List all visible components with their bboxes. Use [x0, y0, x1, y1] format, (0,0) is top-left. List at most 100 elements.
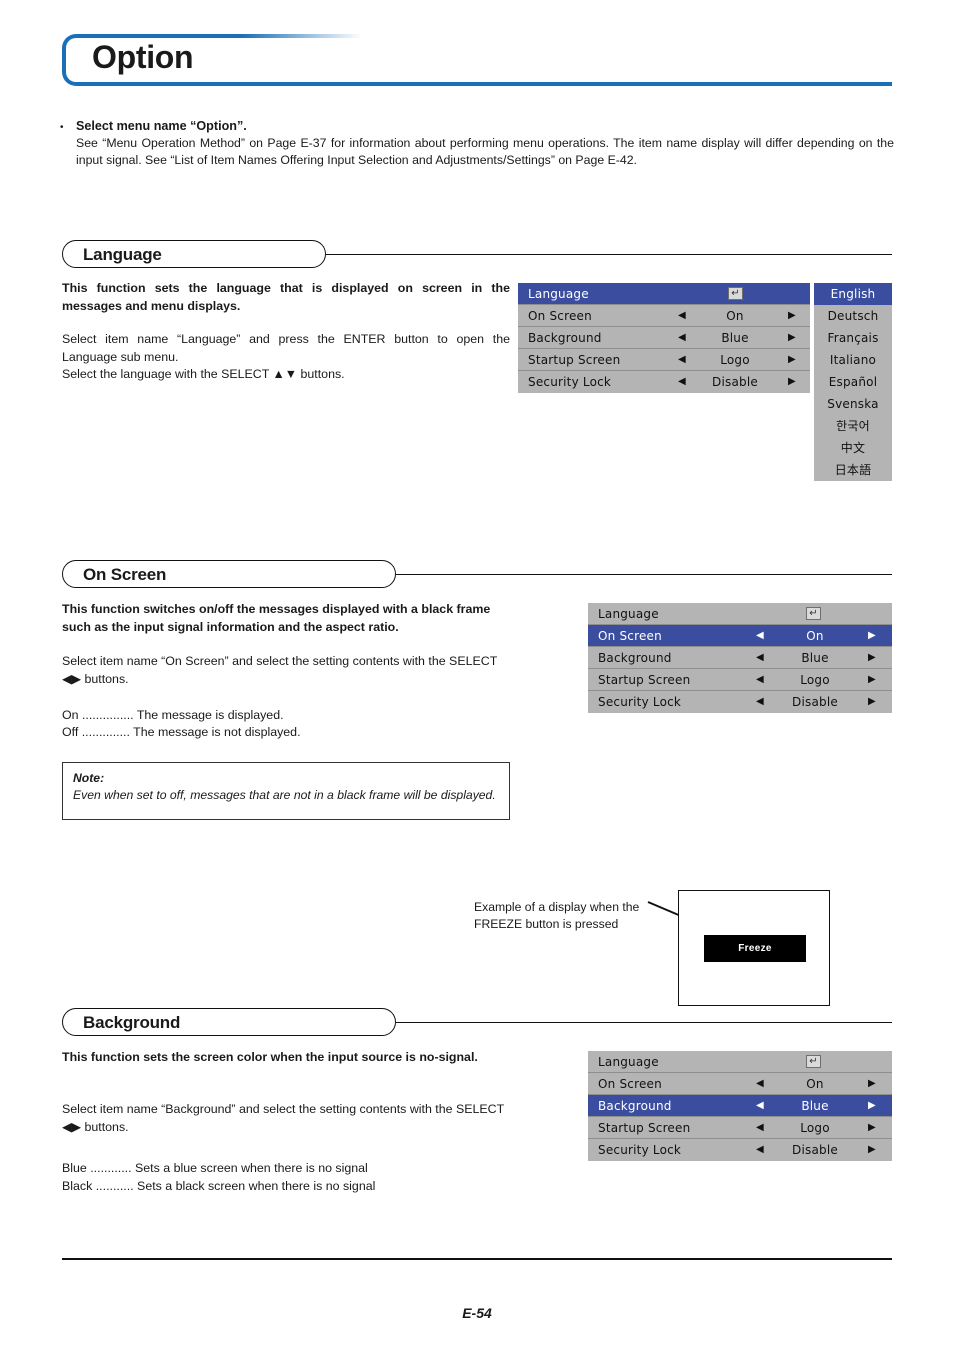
language-option[interactable]: 中文 [814, 437, 892, 459]
osd-row-on-screen[interactable]: On Screen ◀ ▶ On [588, 1073, 892, 1095]
enter-key-icon[interactable]: ↵ [806, 1055, 821, 1068]
osd-row-value: Disable [792, 695, 838, 709]
on-screen-description: This function switches on/off the messag… [62, 602, 491, 634]
arrow-right-icon[interactable]: ▶ [788, 332, 796, 343]
page-title-underline [242, 82, 892, 86]
osd-row-background[interactable]: Background ◀ ▶ Blue [588, 647, 892, 669]
arrow-right-icon[interactable]: ▶ [788, 310, 796, 321]
bullet-icon: • [60, 122, 64, 133]
osd-row-value: On [806, 1076, 824, 1091]
on-screen-option-on: On ............... The message is displa… [62, 708, 284, 722]
osd-row-value: Disable [792, 1143, 838, 1157]
section-rule-language [326, 254, 892, 256]
osd-row-on-screen[interactable]: On Screen ◀ ▶ On [518, 305, 810, 327]
arrow-left-icon[interactable]: ◀ [678, 377, 686, 387]
background-option-black: Black ........... Sets a black screen wh… [62, 1179, 376, 1193]
freeze-message-label: Freeze [738, 943, 772, 954]
osd-row-label: Background [528, 330, 602, 345]
osd-row-value: Logo [800, 672, 830, 687]
intro-body: See “Menu Operation Method” on Page E-37… [76, 136, 894, 167]
arrow-left-icon[interactable]: ◀ [756, 652, 764, 663]
arrow-right-icon[interactable]: ▶ [868, 1122, 876, 1133]
background-instruction: Select item name “Background” and select… [62, 1102, 504, 1134]
osd-row-value: Disable [712, 375, 758, 389]
osd-row-label: Background [598, 650, 672, 665]
osd-row-label: On Screen [598, 628, 662, 643]
arrow-right-icon[interactable]: ▶ [868, 652, 876, 663]
arrow-left-icon[interactable]: ◀ [756, 674, 764, 685]
arrow-left-icon[interactable]: ◀ [756, 697, 764, 707]
section-header-on-screen: On Screen [62, 560, 892, 588]
osd-language-options-panel[interactable]: English Deutsch Français Italiano Español Sve… [814, 283, 892, 481]
osd-row-language[interactable]: Language ↵ [588, 1051, 892, 1073]
language-option[interactable]: 한국어 [814, 415, 892, 437]
osd-row-label: Startup Screen [598, 672, 691, 687]
arrow-left-icon[interactable]: ◀ [756, 1145, 764, 1155]
language-option[interactable]: Svenska [814, 393, 892, 415]
osd-row-label: Language [598, 606, 659, 621]
arrow-left-icon[interactable]: ◀ [756, 1100, 764, 1111]
section-title-on-screen: On Screen [83, 565, 167, 584]
osd-row-label: Language [528, 286, 589, 301]
arrow-right-icon[interactable]: ▶ [788, 377, 796, 387]
arrow-right-icon[interactable]: ▶ [868, 1078, 876, 1089]
osd-row-value: Blue [721, 330, 749, 345]
osd-row-value: Blue [801, 1098, 829, 1113]
section-pill-background: Background [62, 1008, 396, 1036]
arrow-right-icon[interactable]: ▶ [868, 1145, 876, 1155]
freeze-message-bar: Freeze [704, 935, 806, 962]
osd-background-menu[interactable]: Language ↵ On Screen ◀ ▶ On Background ◀ ▶ Blue St… [588, 1051, 892, 1161]
arrow-left-icon[interactable]: ◀ [756, 1122, 764, 1133]
enter-key-icon[interactable]: ↵ [728, 287, 743, 300]
arrow-left-icon[interactable]: ◀ [678, 332, 686, 343]
arrow-left-icon[interactable]: ◀ [678, 310, 686, 321]
osd-row-security-lock[interactable]: Security Lock ◀ ▶ Disable [588, 691, 892, 713]
osd-row-value: Blue [801, 650, 829, 665]
osd-row-value: Logo [720, 352, 750, 367]
osd-on-screen-menu[interactable]: Language ↵ On Screen ◀ ▶ On Background ◀ ▶ Blue St… [588, 603, 892, 713]
arrow-right-icon[interactable]: ▶ [868, 630, 876, 641]
osd-row-on-screen[interactable]: On Screen ◀ ▶ On [588, 625, 892, 647]
osd-row-startup-screen[interactable]: Startup Screen ◀ ▶ Logo [518, 349, 810, 371]
freeze-example-screen: Freeze [678, 890, 830, 1006]
language-option[interactable]: Español [814, 371, 892, 393]
osd-row-label: Background [598, 1098, 672, 1113]
language-option[interactable]: Français [814, 327, 892, 349]
arrow-right-icon[interactable]: ▶ [868, 1100, 876, 1111]
osd-row-security-lock[interactable]: Security Lock ◀ ▶ Disable [588, 1139, 892, 1161]
language-option[interactable]: Italiano [814, 349, 892, 371]
osd-row-background[interactable]: Background ◀ ▶ Blue [588, 1095, 892, 1117]
osd-row-security-lock[interactable]: Security Lock ◀ ▶ Disable [518, 371, 810, 393]
osd-row-background[interactable]: Background ◀ ▶ Blue [518, 327, 810, 349]
on-screen-instruction: Select item name “On Screen” and select … [62, 654, 498, 686]
osd-language-menu[interactable]: Language ↵ On Screen ◀ ▶ On Background ◀ ▶ Blue St… [518, 283, 810, 393]
section-pill-language: Language [62, 240, 326, 268]
osd-row-label: On Screen [528, 308, 592, 323]
arrow-right-icon[interactable]: ▶ [868, 674, 876, 685]
enter-key-icon[interactable]: ↵ [806, 607, 821, 620]
osd-row-label: Security Lock [528, 375, 612, 389]
language-instruction-1: Select item name “Language” and press th… [62, 332, 510, 364]
arrow-left-icon[interactable]: ◀ [756, 1078, 764, 1089]
language-option[interactable]: Deutsch [814, 305, 892, 327]
osd-row-startup-screen[interactable]: Startup Screen ◀ ▶ Logo [588, 669, 892, 691]
language-option[interactable]: English [814, 283, 892, 305]
arrow-left-icon[interactable]: ◀ [678, 354, 686, 365]
footer-page-number: E-54 [462, 1305, 492, 1321]
page-title: Option [92, 39, 194, 75]
osd-row-language[interactable]: Language ↵ [518, 283, 810, 305]
section-header-language: Language [62, 240, 892, 268]
osd-row-startup-screen[interactable]: Startup Screen ◀ ▶ Logo [588, 1117, 892, 1139]
section-header-background: Background [62, 1008, 892, 1036]
language-option[interactable]: 日本語 [814, 459, 892, 481]
arrow-right-icon[interactable]: ▶ [788, 354, 796, 365]
note-box-on-screen: Note: Even when set to off, messages tha… [62, 762, 510, 820]
osd-row-language[interactable]: Language ↵ [588, 603, 892, 625]
osd-row-label: Startup Screen [598, 1120, 691, 1135]
section-title-language: Language [83, 245, 162, 264]
osd-row-value: On [806, 628, 824, 643]
background-description: This function sets the screen color when… [62, 1050, 478, 1064]
arrow-right-icon[interactable]: ▶ [868, 697, 876, 707]
osd-row-label: Startup Screen [528, 352, 621, 367]
arrow-left-icon[interactable]: ◀ [756, 630, 764, 641]
